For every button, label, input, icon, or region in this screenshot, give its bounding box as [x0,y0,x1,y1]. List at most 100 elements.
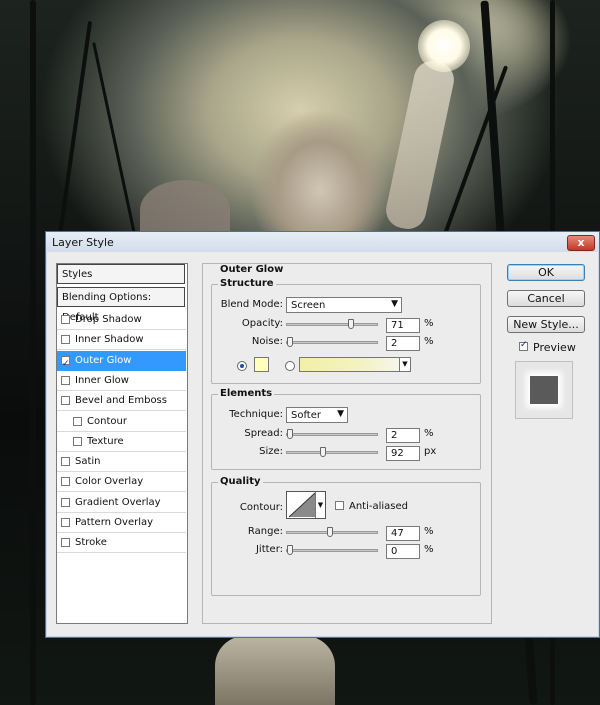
spread-slider[interactable] [286,429,378,439]
style-item-pattern-overlay[interactable]: Pattern Overlay [57,513,186,533]
style-item-inner-glow[interactable]: Inner Glow [57,371,186,391]
style-item-label: Drop Shadow [75,314,142,325]
range-slider-thumb[interactable] [327,527,333,537]
quality-group: Quality Contour: ▼ Anti-aliased Range: 4… [211,476,481,596]
styles-header-label: Styles [62,269,93,280]
style-item-label: Gradient Overlay [75,496,161,508]
elements-title: Elements [218,388,275,399]
cancel-button[interactable]: Cancel [507,290,585,307]
style-checkbox[interactable] [73,416,82,426]
blend-mode-dropdown[interactable]: Screen ▼ [286,297,402,313]
style-item-label: Outer Glow [75,354,132,366]
blend-mode-value: Screen [291,300,326,311]
light-orb [418,20,470,72]
style-checkbox[interactable] [61,477,70,487]
title-bar[interactable]: Layer Style x [46,232,599,252]
close-button[interactable]: x [567,235,595,251]
structure-title: Structure [218,278,276,289]
jitter-slider-thumb[interactable] [287,545,293,555]
style-item-label: Satin [75,456,101,468]
style-checkbox[interactable] [61,354,70,374]
ok-button[interactable]: OK [507,264,585,281]
outer-glow-panel: Outer Glow Structure Blend Mode: Screen … [202,263,492,624]
style-item-label: Color Overlay [75,476,144,488]
jitter-slider[interactable] [286,545,378,555]
range-input[interactable]: 47 [386,526,420,541]
structure-group: Structure Blend Mode: Screen ▼ Opacity: … [211,278,481,384]
style-item-bevel-and-emboss[interactable]: Bevel and Emboss [57,391,186,412]
style-item-label: Bevel and Emboss [75,395,167,407]
style-item-stroke[interactable]: Stroke [57,533,186,554]
preview-label: Preview [533,341,576,354]
style-item-drop-shadow[interactable]: Drop Shadow [57,310,186,330]
style-item-label: Inner Glow [75,374,129,386]
preview-checkbox[interactable] [519,340,528,351]
noise-slider[interactable] [286,337,378,347]
style-checkbox[interactable] [73,436,82,446]
chevron-down-icon: ▼ [391,299,398,309]
range-slider[interactable] [286,527,378,537]
contour-picker[interactable]: ▼ [286,491,326,519]
style-checkbox[interactable] [61,315,70,324]
elements-group: Elements Technique: Softer ▼ Spread: 2 %… [211,388,481,470]
styles-list: Styles Blending Options: Default Drop Sh… [56,263,188,624]
range-unit: % [424,526,434,537]
glow-color-swatch[interactable] [254,357,269,372]
style-item-gradient-overlay[interactable]: Gradient Overlay [57,493,186,513]
gradient-radio[interactable] [285,361,295,371]
style-checkbox[interactable] [61,518,70,527]
jitter-label: Jitter: [255,544,283,555]
style-item-satin[interactable]: Satin [57,452,186,473]
chevron-down-icon[interactable]: ▼ [399,358,410,371]
chevron-down-icon: ▼ [337,409,344,419]
anti-aliased-checkbox[interactable] [335,501,344,510]
opacity-label: Opacity: [241,318,283,329]
noise-input[interactable]: 2 [386,336,420,351]
size-slider-thumb[interactable] [320,447,326,457]
solid-color-radio[interactable] [237,361,247,371]
contour-label: Contour: [239,502,283,513]
technique-dropdown[interactable]: Softer ▼ [286,407,348,423]
jitter-unit: % [424,544,434,555]
styles-header[interactable]: Styles [57,264,185,284]
opacity-slider[interactable] [286,319,378,329]
style-checkbox[interactable] [61,396,70,406]
outer-glow-title: Outer Glow [217,264,287,275]
chevron-down-icon[interactable]: ▼ [315,492,325,518]
style-item-label: Texture [87,435,124,447]
opacity-input[interactable]: 71 [386,318,420,333]
style-checkbox[interactable] [61,457,70,467]
style-item-color-overlay[interactable]: Color Overlay [57,472,186,493]
new-style-button[interactable]: New Style... [507,316,585,333]
style-item-inner-shadow[interactable]: Inner Shadow [57,330,186,351]
style-item-outer-glow[interactable]: Outer Glow [57,350,186,374]
close-icon: x [577,236,585,249]
style-item-contour[interactable]: Contour [57,412,186,432]
style-item-label: Contour [87,415,127,427]
noise-slider-thumb[interactable] [287,337,293,347]
gradient-picker[interactable]: ▼ [299,357,411,372]
size-slider[interactable] [286,447,378,457]
spread-unit: % [424,428,434,439]
blend-mode-label: Blend Mode: [220,299,283,310]
spread-input[interactable]: 2 [386,428,420,443]
quality-title: Quality [218,476,263,487]
style-checkbox[interactable] [61,335,70,345]
opacity-slider-thumb[interactable] [348,319,354,329]
jitter-input[interactable]: 0 [386,544,420,559]
style-item-label: Inner Shadow [75,334,144,346]
size-label: Size: [259,446,283,457]
style-checkbox[interactable] [61,375,70,385]
noise-label: Noise: [251,336,283,347]
preview-thumbnail [515,361,573,419]
spread-slider-thumb[interactable] [287,429,293,439]
style-checkbox[interactable] [61,538,70,548]
style-checkbox[interactable] [61,497,70,507]
layer-style-dialog: Layer Style x Styles Blending Options: D… [45,231,600,638]
style-item-texture[interactable]: Texture [57,432,186,452]
size-unit: px [424,446,437,457]
size-input[interactable]: 92 [386,446,420,461]
technique-label: Technique: [229,409,283,420]
anti-aliased-label: Anti-aliased [349,501,409,512]
blending-options-item[interactable]: Blending Options: Default [57,287,185,323]
